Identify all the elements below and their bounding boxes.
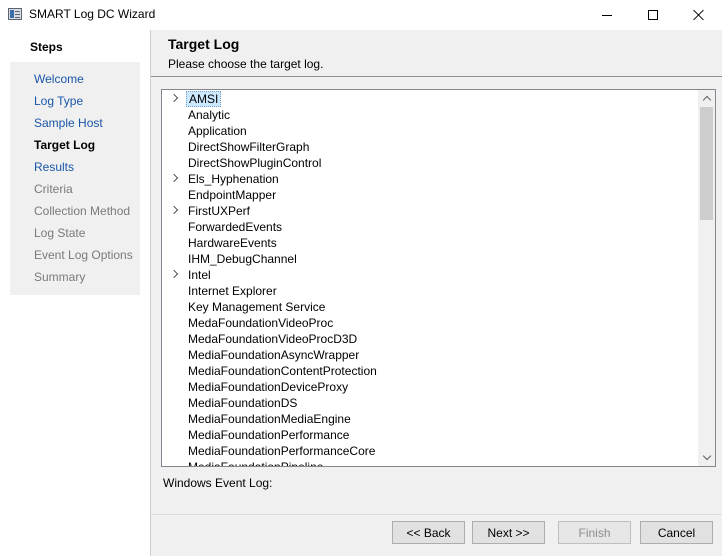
tree-item[interactable]: ForwardedEvents	[162, 219, 698, 235]
tree-item[interactable]: MediaFoundationPerformance	[162, 427, 698, 443]
content-pane: Target Log Please choose the target log.…	[150, 30, 722, 556]
tree-item[interactable]: FirstUXPerf	[162, 203, 698, 219]
scroll-down-button[interactable]	[698, 449, 715, 466]
tree-item[interactable]: Key Management Service	[162, 299, 698, 315]
close-button[interactable]	[676, 0, 722, 30]
tree-item-label: AMSI	[186, 91, 222, 107]
chevron-up-icon	[702, 95, 711, 105]
tree-item-label: MedaFoundationVideoProc	[188, 316, 334, 330]
tree-item[interactable]: MediaFoundationMediaEngine	[162, 411, 698, 427]
step-results[interactable]: Results	[10, 156, 140, 178]
app-icon	[8, 8, 22, 20]
tree-item[interactable]: Els_Hyphenation	[162, 171, 698, 187]
window-title: SMART Log DC Wizard	[29, 7, 156, 21]
log-tree-rows: AMSI Analytic Application DirectShowFilterG…	[162, 91, 698, 467]
tree-item-label: FirstUXPerf	[188, 204, 251, 218]
tree-item[interactable]: MediaFoundationDS	[162, 395, 698, 411]
tree-item[interactable]: Analytic	[162, 107, 698, 123]
step-event-log-options: Event Log Options	[34, 248, 133, 262]
tree-item-label: Internet Explorer	[188, 284, 277, 298]
step-collection-method: Collection Method	[34, 204, 131, 218]
tree-item[interactable]: EndpointMapper	[162, 187, 698, 203]
tree-item-label: DirectShowPluginControl	[188, 156, 322, 170]
tree-item[interactable]: AMSI	[162, 91, 698, 107]
tree-item[interactable]: Application	[162, 123, 698, 139]
maximize-button[interactable]	[630, 0, 676, 30]
step-log-type[interactable]: Log Type	[10, 90, 140, 112]
step-log-state: Log State	[34, 226, 86, 240]
page-banner: Target Log Please choose the target log.	[151, 30, 722, 77]
step-welcome[interactable]: Welcome	[10, 68, 140, 90]
steps-list: Welcome Log Type Sample Host Target Log …	[10, 62, 140, 295]
windows-event-log-label: Windows Event Log:	[163, 476, 273, 490]
chevron-right-icon[interactable]	[169, 93, 179, 103]
tree-item-label: MediaFoundationAsyncWrapper	[188, 348, 360, 362]
tree-item-label: Intel	[188, 268, 211, 282]
footer-divider	[151, 514, 722, 515]
minimize-icon	[602, 14, 612, 16]
tree-item-label: ForwardedEvents	[188, 220, 283, 234]
scroll-up-button[interactable]	[698, 90, 715, 107]
tree-item[interactable]: MediaFoundationDeviceProxy	[162, 379, 698, 395]
log-tree-view[interactable]: AMSI Analytic Application DirectShowFilterG…	[161, 89, 716, 467]
tree-item-label: IHM_DebugChannel	[188, 252, 297, 266]
tree-item[interactable]: MediaFoundationPerformanceCore	[162, 443, 698, 459]
close-icon	[693, 9, 705, 21]
tree-item-label: Key Management Service	[188, 300, 326, 314]
tree-item[interactable]: MediaFoundationContentProtection	[162, 363, 698, 379]
step-sample-host[interactable]: Sample Host	[10, 112, 140, 134]
tree-item-label: MediaFoundationContentProtection	[188, 364, 377, 378]
scroll-thumb[interactable]	[700, 107, 713, 220]
tree-item[interactable]: MedaFoundationVideoProcD3D	[162, 331, 698, 347]
steps-header: Steps	[30, 40, 63, 54]
vertical-scrollbar[interactable]	[698, 90, 715, 466]
tree-item-label: MediaFoundationDS	[188, 396, 298, 410]
tree-item-label: MediaFoundationMediaEngine	[188, 412, 351, 426]
tree-item[interactable]: IHM_DebugChannel	[162, 251, 698, 267]
tree-item-label: DirectShowFilterGraph	[188, 140, 310, 154]
minimize-button[interactable]	[584, 0, 630, 30]
tree-item-label: MediaFoundationPerformance	[188, 428, 350, 442]
tree-item[interactable]: Intel	[162, 267, 698, 283]
chevron-right-icon[interactable]	[169, 205, 179, 215]
tree-item-label: MediaFoundationPipeline	[188, 460, 324, 467]
step-criteria: Criteria	[34, 182, 73, 196]
step-summary: Summary	[34, 270, 86, 284]
tree-item-label: MedaFoundationVideoProcD3D	[188, 332, 358, 346]
page-title: Target Log	[168, 36, 240, 52]
next-button[interactable]: Next >>	[472, 521, 545, 544]
tree-item-label: MediaFoundationDeviceProxy	[188, 380, 349, 394]
chevron-right-icon[interactable]	[169, 173, 179, 183]
tree-item[interactable]: MediaFoundationPipeline	[162, 459, 698, 467]
tree-item[interactable]: MedaFoundationVideoProc	[162, 315, 698, 331]
tree-item[interactable]: DirectShowPluginControl	[162, 155, 698, 171]
tree-item[interactable]: MediaFoundationAsyncWrapper	[162, 347, 698, 363]
tree-item-label: Application	[188, 124, 247, 138]
steps-pane: Steps Welcome Log Type Sample Host Targe…	[0, 30, 150, 556]
tree-item-label: Els_Hyphenation	[188, 172, 279, 186]
tree-item[interactable]: Internet Explorer	[162, 283, 698, 299]
finish-button[interactable]: Finish	[558, 521, 631, 544]
tree-item-label: EndpointMapper	[188, 188, 277, 202]
chevron-down-icon	[702, 451, 711, 461]
chevron-right-icon[interactable]	[169, 269, 179, 279]
tree-item[interactable]: HardwareEvents	[162, 235, 698, 251]
maximize-icon	[648, 10, 658, 20]
tree-item-label: MediaFoundationPerformanceCore	[188, 444, 376, 458]
tree-item[interactable]: DirectShowFilterGraph	[162, 139, 698, 155]
cancel-button[interactable]: Cancel	[640, 521, 713, 544]
step-target-log: Target Log	[34, 138, 96, 152]
tree-item-label: HardwareEvents	[188, 236, 277, 250]
tree-item-label: Analytic	[188, 108, 231, 122]
page-subtitle: Please choose the target log.	[168, 57, 324, 71]
title-bar: SMART Log DC Wizard	[0, 0, 722, 30]
back-button[interactable]: << Back	[392, 521, 465, 544]
